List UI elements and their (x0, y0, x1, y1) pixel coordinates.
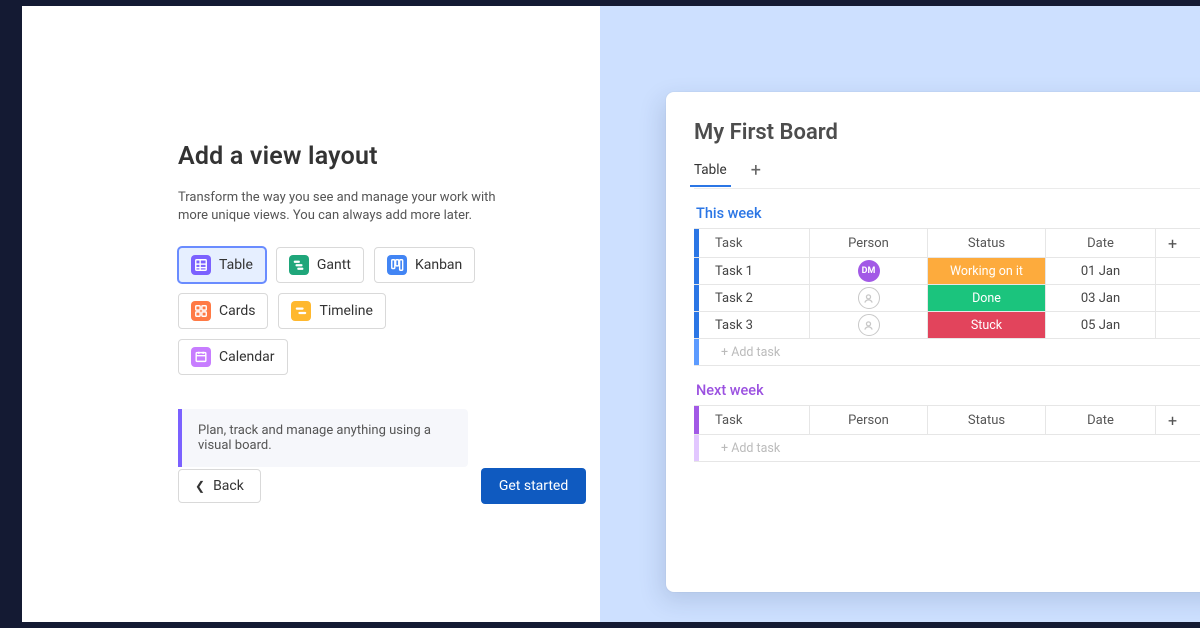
add-task-label: + Add task (699, 435, 780, 461)
view-option-kanban[interactable]: Kanban (374, 247, 475, 283)
chevron-left-icon: ❮ (195, 479, 205, 493)
table-header: Task Person Status Date + (694, 229, 1200, 257)
option-label: Calendar (219, 349, 275, 365)
add-task-row[interactable]: + Add task (694, 338, 1200, 365)
page-title: Add a view layout (178, 142, 600, 171)
view-option-gantt[interactable]: Gantt (276, 247, 364, 283)
view-options: Table Gantt Kanban Cards (178, 247, 488, 375)
col-task[interactable]: Task (699, 229, 809, 257)
option-label: Kanban (415, 257, 462, 273)
option-label: Gantt (317, 257, 351, 273)
col-status[interactable]: Status (927, 229, 1045, 257)
kanban-icon (387, 255, 407, 275)
view-option-timeline[interactable]: Timeline (278, 293, 385, 329)
add-tab-button[interactable]: + (751, 160, 761, 187)
col-date[interactable]: Date (1045, 229, 1155, 257)
tab-table[interactable]: Table (694, 162, 727, 186)
avatar: DM (858, 260, 880, 282)
option-label: Timeline (319, 303, 372, 319)
table-row[interactable]: Task 3 Stuck 05 Jan (694, 311, 1200, 338)
cell-date[interactable]: 01 Jan (1045, 258, 1155, 284)
table-icon (191, 255, 211, 275)
table-this-week: Task Person Status Date + Task 1 DM Work… (694, 228, 1200, 366)
calendar-icon (191, 347, 211, 367)
cell-date[interactable]: 03 Jan (1045, 285, 1155, 311)
back-button[interactable]: ❮ Back (178, 469, 261, 503)
wizard-panel: Add a view layout Transform the way you … (22, 6, 600, 622)
col-date[interactable]: Date (1045, 406, 1155, 434)
col-status[interactable]: Status (927, 406, 1045, 434)
gantt-icon (289, 255, 309, 275)
cell-person[interactable] (809, 285, 927, 311)
add-task-row[interactable]: + Add task (694, 434, 1200, 461)
view-option-cards[interactable]: Cards (178, 293, 268, 329)
view-option-table[interactable]: Table (178, 247, 266, 283)
board-title: My First Board (694, 120, 1200, 145)
col-person[interactable]: Person (809, 406, 927, 434)
cell-status[interactable]: Working on it (927, 258, 1045, 284)
table-row[interactable]: Task 1 DM Working on it 01 Jan (694, 257, 1200, 284)
table-row[interactable]: Task 2 Done 03 Jan (694, 284, 1200, 311)
cell-task[interactable]: Task 3 (699, 312, 809, 338)
col-task[interactable]: Task (699, 406, 809, 434)
table-next-week: Task Person Status Date + + Add task (694, 405, 1200, 462)
add-column-button[interactable]: + (1155, 406, 1189, 434)
view-option-calendar[interactable]: Calendar (178, 339, 288, 375)
add-column-button[interactable]: + (1155, 229, 1189, 257)
cell-status[interactable]: Done (927, 285, 1045, 311)
preview-pane: My First Board Table + This week Task Pe… (600, 6, 1200, 622)
person-placeholder-icon (858, 314, 880, 336)
group-title-next-week[interactable]: Next week (696, 382, 1200, 399)
cell-task[interactable]: Task 1 (699, 258, 809, 284)
page-subtitle: Transform the way you see and manage you… (178, 189, 508, 225)
col-person[interactable]: Person (809, 229, 927, 257)
table-header: Task Person Status Date + (694, 406, 1200, 434)
cell-person[interactable] (809, 312, 927, 338)
back-label: Back (213, 478, 244, 494)
cell-person[interactable]: DM (809, 258, 927, 284)
cards-icon (191, 301, 211, 321)
option-label: Table (219, 257, 253, 273)
get-started-button[interactable]: Get started (481, 468, 586, 504)
cell-date[interactable]: 05 Jan (1045, 312, 1155, 338)
board-preview: My First Board Table + This week Task Pe… (666, 92, 1200, 592)
hint-box: Plan, track and manage anything using a … (178, 409, 468, 467)
timeline-icon (291, 301, 311, 321)
option-label: Cards (219, 303, 255, 319)
cell-task[interactable]: Task 2 (699, 285, 809, 311)
add-task-label: + Add task (699, 339, 780, 365)
cell-status[interactable]: Stuck (927, 312, 1045, 338)
person-placeholder-icon (858, 287, 880, 309)
group-title-this-week[interactable]: This week (696, 205, 1200, 222)
